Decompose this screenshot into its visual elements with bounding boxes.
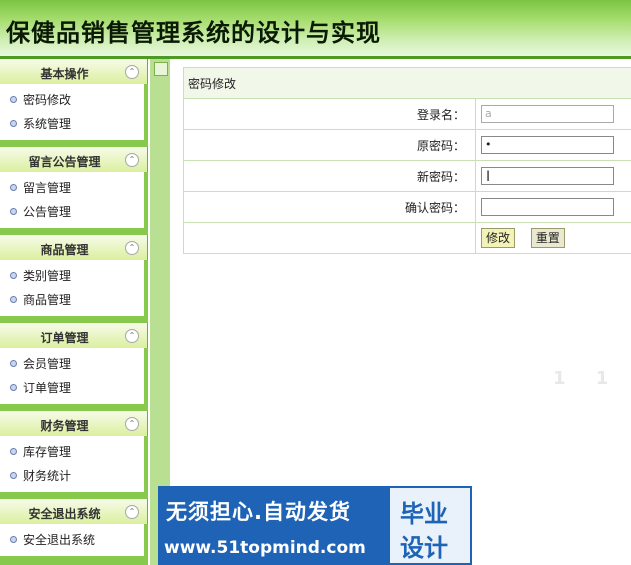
group-header-orders[interactable]: 订单管理 ⌃ bbox=[0, 323, 148, 348]
group-header-finance[interactable]: 财务管理 ⌃ bbox=[0, 411, 148, 436]
bullet-icon bbox=[10, 184, 17, 191]
app-header: 保健品销售管理系统的设计与实现 bbox=[0, 0, 631, 59]
confirm-password-field[interactable] bbox=[481, 198, 614, 216]
collapse-icon[interactable]: ⌃ bbox=[125, 505, 139, 519]
group-title: 留言公告管理 bbox=[28, 155, 101, 169]
collapse-icon[interactable]: ⌃ bbox=[125, 417, 139, 431]
bullet-icon bbox=[10, 208, 17, 215]
group-title: 基本操作 bbox=[40, 67, 89, 81]
sidebar-item-inventory-management[interactable]: 库存管理 bbox=[0, 440, 144, 464]
login-name-field: a bbox=[481, 105, 614, 123]
group-title: 订单管理 bbox=[40, 331, 89, 345]
sidebar-item-password-change[interactable]: 密码修改 bbox=[0, 88, 144, 112]
group-header-products[interactable]: 商品管理 ⌃ bbox=[0, 235, 148, 260]
sidebar-item-financial-statistics[interactable]: 财务统计 bbox=[0, 464, 144, 488]
group-title: 安全退出系统 bbox=[28, 507, 101, 521]
sidebar-item-system-management[interactable]: 系统管理 bbox=[0, 112, 144, 136]
password-form: 密码修改 登录名： a 原密码： • 新密码： 确认密码： 修改 重置 bbox=[183, 67, 631, 254]
sidebar-item-category-management[interactable]: 类别管理 bbox=[0, 264, 144, 288]
app-title: 保健品销售管理系统的设计与实现 bbox=[6, 18, 381, 47]
watermark-badge-line1: 毕业 bbox=[400, 500, 448, 528]
faint-text: 1 1 bbox=[553, 368, 621, 389]
bullet-icon bbox=[10, 120, 17, 127]
sidebar-group-orders: 订单管理 ⌃ 会员管理 订单管理 bbox=[0, 323, 148, 404]
form-heading: 密码修改 bbox=[183, 67, 631, 99]
watermark-url: www.51topmind.com bbox=[164, 538, 366, 558]
watermark-banner: 无须担心.自动发货 www.51topmind.com bbox=[158, 486, 388, 565]
watermark-badge-line2: 设计 bbox=[400, 534, 448, 562]
reset-button[interactable]: 重置 bbox=[530, 228, 565, 248]
modify-button[interactable]: 修改 bbox=[481, 228, 516, 248]
collapse-sidebar-button[interactable] bbox=[154, 62, 168, 76]
confirm-password-label: 确认密码： bbox=[183, 191, 476, 223]
text-cursor-icon: I bbox=[486, 169, 491, 185]
group-title: 财务管理 bbox=[40, 419, 89, 433]
sidebar-group-messages: 留言公告管理 ⌃ 留言管理 公告管理 bbox=[0, 147, 148, 228]
sidebar-group-basic: 基本操作 ⌃ 密码修改 系统管理 bbox=[0, 59, 148, 140]
sidebar-item-safe-logout[interactable]: 安全退出系统 bbox=[0, 528, 144, 552]
bullet-icon bbox=[10, 272, 17, 279]
group-header-logout[interactable]: 安全退出系统 ⌃ bbox=[0, 499, 148, 524]
collapse-icon[interactable]: ⌃ bbox=[125, 329, 139, 343]
bullet-icon bbox=[10, 96, 17, 103]
sidebar-item-message-management[interactable]: 留言管理 bbox=[0, 176, 144, 200]
sidebar-group-logout: 安全退出系统 ⌃ 安全退出系统 bbox=[0, 499, 148, 556]
login-name-label: 登录名： bbox=[183, 98, 476, 130]
bullet-icon bbox=[10, 448, 17, 455]
watermark-line1: 无须担心.自动发货 bbox=[166, 500, 351, 524]
sidebar-item-member-management[interactable]: 会员管理 bbox=[0, 352, 144, 376]
sidebar-item-announcement-management[interactable]: 公告管理 bbox=[0, 200, 144, 224]
sidebar-item-order-management[interactable]: 订单管理 bbox=[0, 376, 144, 400]
old-password-label: 原密码： bbox=[183, 129, 476, 161]
bullet-icon bbox=[10, 472, 17, 479]
bullet-icon bbox=[10, 384, 17, 391]
old-password-field[interactable]: • bbox=[481, 136, 614, 154]
collapse-icon[interactable]: ⌃ bbox=[125, 241, 139, 255]
collapse-icon[interactable]: ⌃ bbox=[125, 153, 139, 167]
watermark-badge: 毕业 设计 bbox=[388, 486, 472, 565]
group-title: 商品管理 bbox=[40, 243, 89, 257]
sidebar-item-product-management[interactable]: 商品管理 bbox=[0, 288, 144, 312]
sidebar-group-finance: 财务管理 ⌃ 库存管理 财务统计 bbox=[0, 411, 148, 492]
bullet-icon bbox=[10, 360, 17, 367]
collapse-icon[interactable]: ⌃ bbox=[125, 65, 139, 79]
bullet-icon bbox=[10, 296, 17, 303]
new-password-label: 新密码： bbox=[183, 160, 476, 192]
sidebar: 基本操作 ⌃ 密码修改 系统管理 留言公告管理 ⌃ 留言管理 公告管理 商品管理… bbox=[0, 59, 148, 565]
bullet-icon bbox=[10, 536, 17, 543]
group-header-messages[interactable]: 留言公告管理 ⌃ bbox=[0, 147, 148, 172]
empty-cell bbox=[183, 222, 476, 254]
sidebar-group-products: 商品管理 ⌃ 类别管理 商品管理 bbox=[0, 235, 148, 316]
new-password-field[interactable] bbox=[481, 167, 614, 185]
group-header-basic[interactable]: 基本操作 ⌃ bbox=[0, 59, 148, 84]
